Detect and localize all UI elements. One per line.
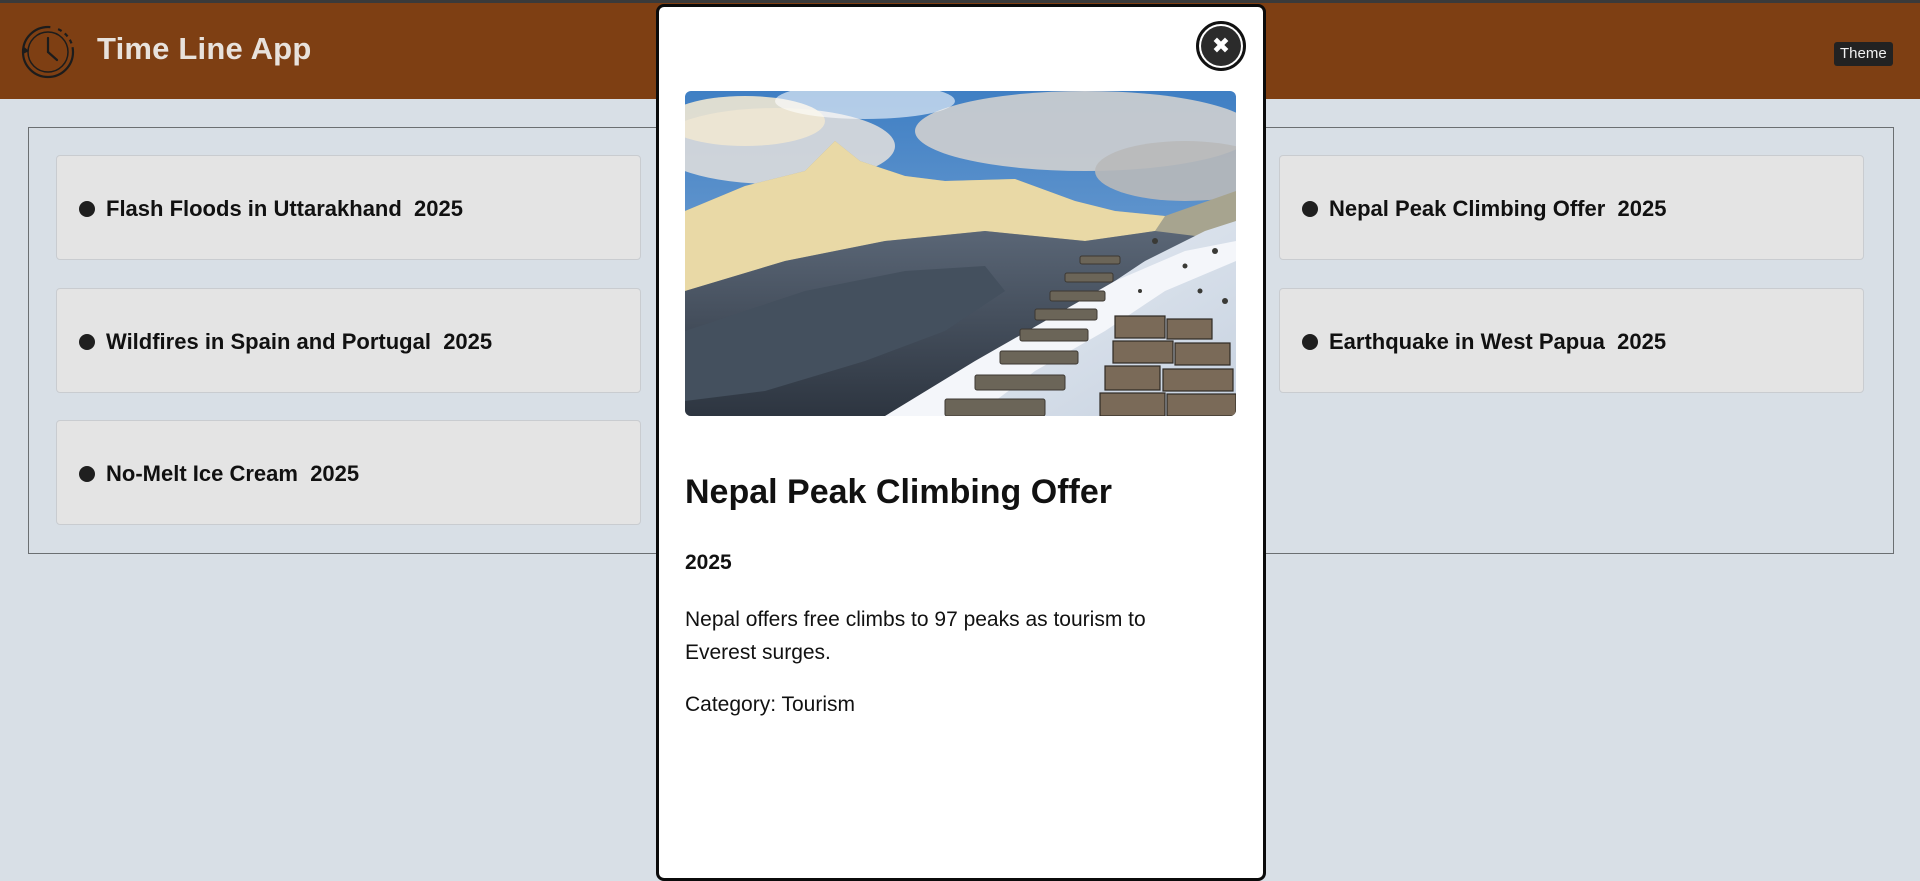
event-card-earthquake[interactable]: Earthquake in West Papua 2025 xyxy=(1279,288,1864,393)
event-card-ice-cream[interactable]: No-Melt Ice Cream 2025 xyxy=(56,420,641,525)
event-title: Wildfires in Spain and Portugal xyxy=(106,329,431,354)
modal-category: Category: Tourism xyxy=(685,693,856,716)
bullet-icon xyxy=(79,201,95,217)
bullet-icon xyxy=(1302,201,1318,217)
event-title: No-Melt Ice Cream xyxy=(106,461,298,486)
event-card-flash-floods[interactable]: Flash Floods in Uttarakhand 2025 xyxy=(56,155,641,260)
close-button[interactable]: ✖ xyxy=(1196,21,1246,71)
event-title: Nepal Peak Climbing Offer xyxy=(1329,196,1606,221)
modal-description: Nepal offers free climbs to 97 peaks as … xyxy=(685,608,1146,664)
app-title: Time Line App xyxy=(97,31,312,66)
event-year: 2025 xyxy=(310,461,360,486)
event-title: Flash Floods in Uttarakhand xyxy=(106,196,402,221)
event-detail-modal: ✖ Nepal Peak Climbing Offer 2025 Nepal o… xyxy=(656,4,1266,881)
event-card-nepal-peak[interactable]: Nepal Peak Climbing Offer 2025 xyxy=(1279,155,1864,260)
theme-button[interactable]: Theme xyxy=(1834,42,1893,66)
event-title: Earthquake in West Papua xyxy=(1329,329,1605,354)
event-year: 2025 xyxy=(1617,196,1667,221)
history-clock-icon xyxy=(20,24,76,80)
bullet-icon xyxy=(1302,334,1318,350)
close-icon: ✖ xyxy=(1201,26,1241,66)
modal-year: 2025 xyxy=(685,551,732,574)
bullet-icon xyxy=(79,334,95,350)
modal-title: Nepal Peak Climbing Offer xyxy=(685,473,1112,511)
event-year: 2025 xyxy=(443,329,493,354)
mountain-trail-photo xyxy=(685,91,1236,416)
event-year: 2025 xyxy=(1617,329,1667,354)
bullet-icon xyxy=(79,466,95,482)
event-card-wildfires[interactable]: Wildfires in Spain and Portugal 2025 xyxy=(56,288,641,393)
event-year: 2025 xyxy=(414,196,463,221)
